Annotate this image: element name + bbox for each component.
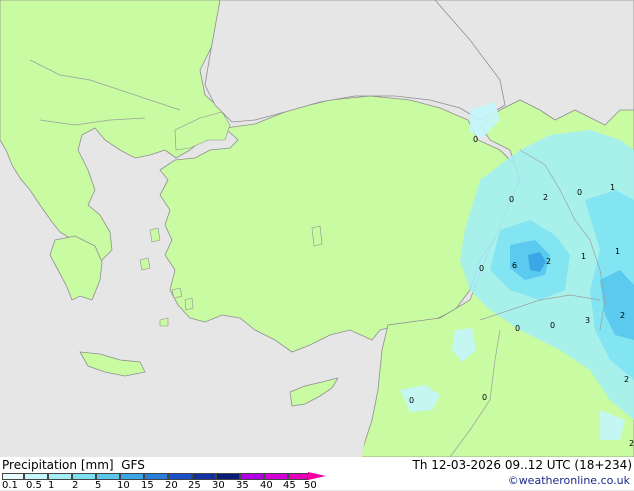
point-value: 2	[620, 311, 625, 320]
legend-swatch	[216, 473, 240, 480]
point-value: 0	[479, 264, 484, 273]
point-value: 3	[585, 316, 590, 325]
point-value: 0	[473, 135, 478, 144]
legend-swatch	[96, 473, 120, 480]
legend-swatch	[288, 473, 308, 480]
legend-swatch	[264, 473, 288, 480]
point-value: 1	[610, 183, 615, 192]
point-value: 0	[482, 393, 487, 402]
point-value: 2	[546, 257, 551, 266]
legend-swatch	[72, 473, 96, 480]
point-value: 0	[515, 324, 520, 333]
legend-swatch	[240, 473, 264, 480]
credit-label: ©weatheronline.co.uk	[507, 474, 630, 487]
title-label: Precipitation [mm]	[2, 458, 114, 472]
legend-swatch	[120, 473, 144, 480]
point-value: 0	[409, 396, 414, 405]
point-value: 0	[577, 188, 582, 197]
legend-swatch	[48, 473, 72, 480]
point-value: 1	[581, 252, 586, 261]
legend-swatch	[2, 473, 24, 480]
point-value: 2	[629, 439, 634, 448]
precipitation-map: 0 0 2 0 1 0 6 2 1 1 0 0 3 2 2 0 0 2	[0, 0, 634, 457]
point-value: 2	[543, 193, 548, 202]
point-value: 2	[624, 375, 629, 384]
legend-bar: Precipitation [mm] GFS Th 12-03-2026 09.…	[0, 457, 634, 491]
legend-swatch	[144, 473, 168, 480]
legend-swatch	[168, 473, 192, 480]
weather-map-view: 0 0 2 0 1 0 6 2 1 1 0 0 3 2 2 0 0 2 Prec…	[0, 0, 634, 491]
legend-swatch	[192, 473, 216, 480]
point-value: 6	[512, 261, 517, 270]
point-value: 0	[550, 321, 555, 330]
valid-time: Th 12-03-2026 09..12 UTC (18+234)	[412, 458, 632, 472]
legend-swatch	[24, 473, 48, 480]
point-value: 0	[509, 195, 514, 204]
point-value: 1	[615, 247, 620, 256]
model-label: GFS	[121, 458, 145, 472]
legend-swatch	[308, 472, 326, 480]
map-title: Precipitation [mm] GFS	[2, 458, 145, 472]
